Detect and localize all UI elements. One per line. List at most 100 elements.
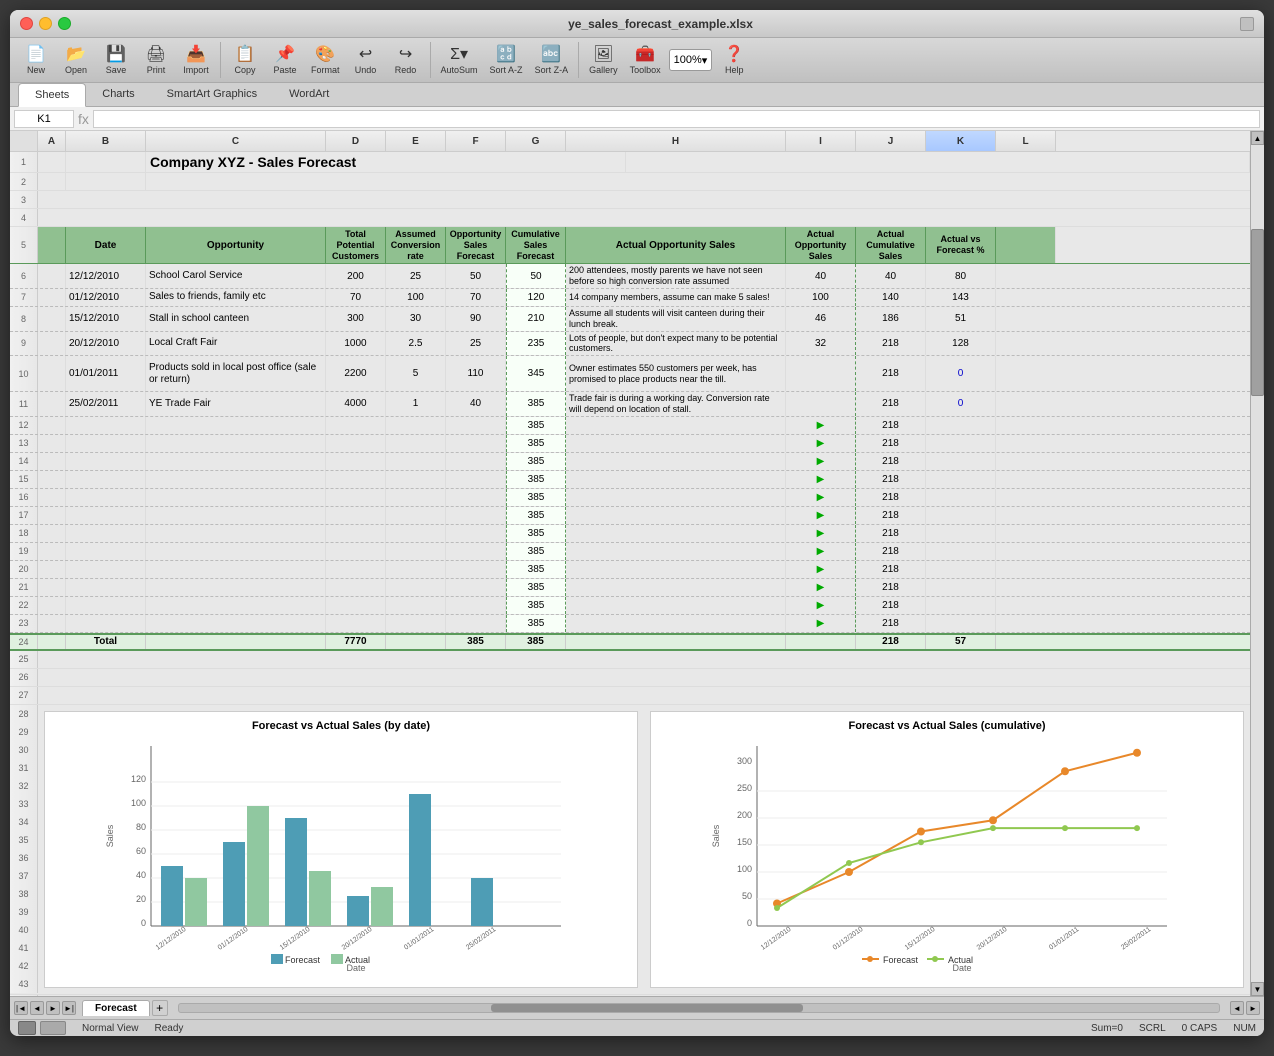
col-header-l[interactable]: L [996,131,1056,151]
col-header-f[interactable]: F [446,131,506,151]
grid-cell[interactable] [38,289,66,306]
spreadsheet-title-cell[interactable]: Company XYZ - Sales Forecast [146,152,626,172]
tab-sheets[interactable]: Sheets [18,83,86,107]
actual-opp-cell[interactable]: 32 [786,332,856,356]
maximize-button[interactable] [58,17,71,30]
date-cell[interactable]: 01/01/2011 [66,356,146,391]
cum-forecast-cell[interactable]: 50 [506,264,566,288]
add-sheet-button[interactable]: + [152,1000,168,1016]
header-conversion[interactable]: Assumed Conversion rate [386,227,446,263]
help-button[interactable]: ❓ Help [716,43,752,76]
grid-cell[interactable] [38,152,66,172]
col-header-h[interactable]: H [566,131,786,151]
opportunity-cell[interactable]: YE Trade Fair [146,392,326,416]
right-scrollbar[interactable]: ▲ ▼ [1250,131,1264,996]
grid-cell[interactable] [996,332,1250,356]
horizontal-scroll-thumb[interactable] [491,1004,803,1012]
col-header-g[interactable]: G [506,131,566,151]
actual-cum-cell[interactable]: 218 [856,356,926,391]
customers-cell[interactable]: 1000 [326,332,386,356]
opportunity-cell[interactable]: Sales to friends, family etc [146,289,326,306]
grid-cell[interactable] [38,307,66,331]
grid-cell[interactable] [146,635,326,649]
customers-cell[interactable]: 70 [326,289,386,306]
opp-forecast-cell[interactable]: 110 [446,356,506,391]
actual-opp-cell[interactable]: 40 [786,264,856,288]
opportunity-cell[interactable]: Stall in school canteen [146,307,326,331]
grid-cell[interactable] [38,264,66,288]
actual-opp-cell[interactable] [786,356,856,391]
header-date[interactable]: Date [66,227,146,263]
actual-cum-cell[interactable]: 140 [856,289,926,306]
actual-vs-cell[interactable]: 0 [926,392,996,416]
opportunity-cell[interactable]: Local Craft Fair [146,332,326,356]
header-cum-forecast[interactable]: Cumulative Sales Forecast [506,227,566,263]
toolbox-button[interactable]: 🧰 Toolbox [626,43,665,76]
opp-forecast-cell[interactable]: 25 [446,332,506,356]
actual-vs-cell[interactable]: 128 [926,332,996,356]
conversion-cell[interactable]: 5 [386,356,446,391]
grid-cell[interactable] [38,191,1250,208]
header-opportunity[interactable]: Opportunity [146,227,326,263]
grid-cell[interactable] [996,264,1250,288]
col-header-j[interactable]: J [856,131,926,151]
grid-cell[interactable] [626,152,1250,172]
copy-button[interactable]: 📋 Copy [227,43,263,76]
page-view-button[interactable] [40,1021,66,1035]
notes-cell[interactable]: Owner estimates 550 customers per week, … [566,356,786,391]
actual-cum-cell[interactable]: 218 [856,392,926,416]
customers-cell[interactable]: 300 [326,307,386,331]
tab-smartart[interactable]: SmartArt Graphics [151,83,273,106]
zoom-control[interactable]: 100%▾ [669,49,713,71]
opportunity-cell[interactable]: School Carol Service [146,264,326,288]
formula-input[interactable] [93,110,1260,128]
total-label[interactable]: Total [66,635,146,649]
grid-cell[interactable] [38,173,66,190]
conversion-cell[interactable]: 30 [386,307,446,331]
close-button[interactable] [20,17,33,30]
grid-cell[interactable] [38,635,66,649]
grid-cell[interactable] [146,173,1250,190]
col-header-e[interactable]: E [386,131,446,151]
import-button[interactable]: 📥 Import [178,43,214,76]
cell-reference-input[interactable] [14,110,74,128]
grid[interactable]: 1 Company XYZ - Sales Forecast 2 3 [10,152,1250,996]
notes-cell[interactable]: Lots of people, but don't expect many to… [566,332,786,356]
header-actual-cum[interactable]: Actual Cumulative Sales [856,227,926,263]
grid-cell[interactable] [38,356,66,391]
actual-cum-cell[interactable]: 40 [856,264,926,288]
cum-forecast-cell[interactable]: 210 [506,307,566,331]
opportunity-cell[interactable]: Products sold in local post office (sale… [146,356,326,391]
minimize-button[interactable] [39,17,52,30]
save-button[interactable]: 💾 Save [98,43,134,76]
cum-forecast-cell[interactable]: 235 [506,332,566,356]
total-opp-forecast[interactable]: 385 [446,635,506,649]
col-header-a[interactable]: A [38,131,66,151]
sheet-first-button[interactable]: |◄ [14,1001,28,1015]
header-opp-forecast[interactable]: Opportunity Sales Forecast [446,227,506,263]
scroll-up-button[interactable]: ▲ [1251,131,1264,145]
grid-cell[interactable] [996,289,1250,306]
col-header-c[interactable]: C [146,131,326,151]
actual-opp-cell[interactable]: 46 [786,307,856,331]
grid-cell[interactable] [996,307,1250,331]
sheet-tab-forecast[interactable]: Forecast [82,1000,150,1016]
total-actual-vs[interactable]: 57 [926,635,996,649]
normal-view-button[interactable] [18,1021,36,1035]
sheet-prev-button[interactable]: ◄ [30,1001,44,1015]
grid-cell[interactable] [38,209,1250,226]
notes-cell[interactable]: 200 attendees, mostly parents we have no… [566,264,786,288]
conversion-cell[interactable]: 25 [386,264,446,288]
gallery-button[interactable]: 🖼 Gallery [585,43,622,76]
grid-cell[interactable] [386,635,446,649]
header-actual-vs[interactable]: Actual vs Forecast % [926,227,996,263]
actual-cum-cell[interactable]: 218 [856,332,926,356]
sheet-last-button[interactable]: ►| [62,1001,76,1015]
notes-cell[interactable]: Trade fair is during a working day. Conv… [566,392,786,416]
total-cum-forecast[interactable]: 385 [506,635,566,649]
h-scroll-right[interactable]: ► [1246,1001,1260,1015]
h-scroll-left[interactable]: ◄ [1230,1001,1244,1015]
grid-cell[interactable] [38,332,66,356]
actual-vs-cell[interactable]: 51 [926,307,996,331]
tab-wordart[interactable]: WordArt [273,83,345,106]
